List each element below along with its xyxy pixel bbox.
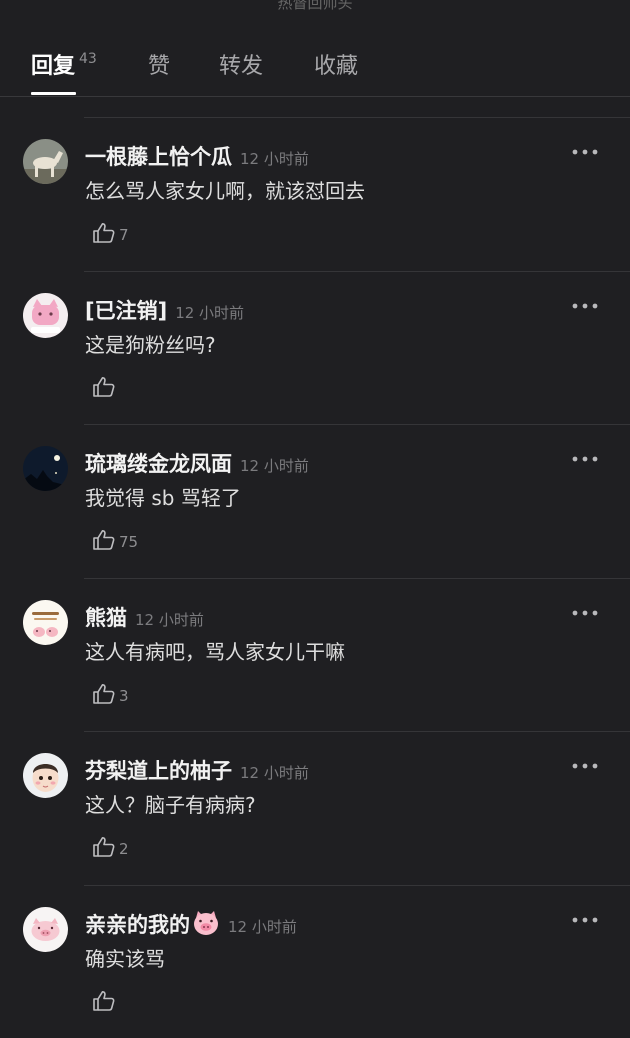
comment-username[interactable]: 芬梨道上的柚子 12 小时前 bbox=[85, 755, 309, 785]
comment-text: 这人有病吧，骂人家女儿干嘛 bbox=[85, 640, 345, 664]
tab-favorites[interactable]: 收藏 bbox=[314, 48, 358, 80]
comment-divider bbox=[84, 578, 630, 579]
username-text[interactable]: 芬梨道上的柚子 bbox=[85, 759, 232, 783]
tab-reposts[interactable]: 转发 bbox=[219, 48, 263, 80]
comment-username[interactable]: 亲亲的我的 12 小时前 bbox=[85, 909, 297, 941]
tab-replies-label: 回复 bbox=[31, 54, 76, 79]
comment-item: 琉璃缕金龙凤面 12 小时前 我觉得 sb 骂轻了 75 bbox=[0, 424, 630, 577]
like-button[interactable]: 7 bbox=[92, 220, 129, 246]
username-text[interactable]: 琉璃缕金龙凤面 bbox=[85, 452, 232, 476]
comment-username[interactable]: [已注销] 12 小时前 bbox=[85, 295, 244, 325]
comment-time: 12 小时前 bbox=[175, 304, 245, 322]
comment-item: 熊猫 12 小时前 这人有病吧，骂人家女儿干嘛 3 bbox=[0, 578, 630, 731]
comment-item: 一根藤上恰个瓜 12 小时前 怎么骂人家女儿啊，就该怼回去 7 bbox=[0, 117, 630, 270]
comment-item: [已注销] 12 小时前 这是狗粉丝吗? bbox=[0, 271, 630, 424]
pig-avatar[interactable] bbox=[23, 907, 68, 952]
thumbs-up-icon bbox=[93, 837, 115, 857]
like-button[interactable] bbox=[92, 988, 119, 1014]
comment-text: 这是狗粉丝吗? bbox=[85, 333, 216, 357]
comment-username[interactable]: 熊猫 12 小时前 bbox=[85, 602, 204, 632]
comment-divider bbox=[84, 731, 630, 732]
comment-text: 怎么骂人家女儿啊，就该怼回去 bbox=[85, 179, 365, 203]
active-tab-indicator bbox=[31, 92, 76, 95]
comment-divider bbox=[84, 271, 630, 272]
thumbs-up-icon bbox=[93, 684, 115, 704]
username-text[interactable]: 亲亲的我的 bbox=[85, 913, 190, 937]
comment-divider bbox=[84, 117, 630, 118]
pink-cat-avatar[interactable] bbox=[23, 293, 68, 338]
like-count: 2 bbox=[119, 840, 129, 858]
username-text[interactable]: [已注销] bbox=[85, 299, 167, 323]
tab-replies[interactable]: 回复 43 bbox=[31, 48, 97, 80]
more-options-icon[interactable] bbox=[572, 450, 598, 468]
night-moon-avatar[interactable] bbox=[23, 446, 68, 491]
like-count: 75 bbox=[119, 533, 139, 551]
comment-item: 亲亲的我的 12 小时前 确实该骂 bbox=[0, 885, 630, 1038]
thumbs-up-icon bbox=[93, 377, 115, 397]
tabs-divider bbox=[0, 96, 630, 97]
comment-username[interactable]: 琉璃缕金龙凤面 12 小时前 bbox=[85, 448, 309, 478]
horse-avatar[interactable] bbox=[23, 139, 68, 184]
more-options-icon[interactable] bbox=[572, 911, 598, 929]
comment-divider bbox=[84, 885, 630, 886]
like-button[interactable] bbox=[92, 374, 119, 400]
comment-time: 12 小时前 bbox=[228, 918, 297, 936]
comment-time: 12 小时前 bbox=[240, 457, 309, 475]
cartoon-avatar[interactable] bbox=[23, 600, 68, 645]
tab-likes[interactable]: 赞 bbox=[148, 48, 170, 80]
like-button[interactable]: 3 bbox=[92, 681, 129, 707]
like-count: 3 bbox=[119, 687, 129, 705]
thumbs-up-icon bbox=[93, 530, 115, 550]
baby-avatar[interactable] bbox=[23, 753, 68, 798]
like-button[interactable]: 75 bbox=[92, 527, 138, 553]
comment-time: 12 小时前 bbox=[135, 611, 204, 629]
more-options-icon[interactable] bbox=[572, 604, 598, 622]
like-button[interactable]: 2 bbox=[92, 834, 129, 860]
username-text[interactable]: 一根藤上恰个瓜 bbox=[85, 145, 232, 169]
thumbs-up-icon bbox=[93, 223, 115, 243]
tab-replies-count: 43 bbox=[79, 51, 97, 67]
more-options-icon[interactable] bbox=[572, 757, 598, 775]
comment-text: 这人？脑子有病病? bbox=[85, 793, 256, 817]
thumbs-up-icon bbox=[93, 991, 115, 1011]
comment-username[interactable]: 一根藤上恰个瓜 12 小时前 bbox=[85, 141, 309, 171]
more-options-icon[interactable] bbox=[572, 297, 598, 315]
pig-face-icon bbox=[192, 910, 220, 941]
comment-item: 芬梨道上的柚子 12 小时前 这人？脑子有病病? 2 bbox=[0, 731, 630, 884]
comment-time: 12 小时前 bbox=[240, 764, 309, 782]
comment-text: 确实该骂 bbox=[85, 947, 165, 971]
username-text[interactable]: 熊猫 bbox=[85, 606, 127, 630]
comment-divider bbox=[84, 424, 630, 425]
more-options-icon[interactable] bbox=[572, 143, 598, 161]
comment-time: 12 小时前 bbox=[240, 150, 309, 168]
comment-text: 我觉得 sb 骂轻了 bbox=[85, 486, 241, 510]
tab-bar: 回复 43 赞 转发 收藏 bbox=[0, 0, 630, 96]
like-count: 7 bbox=[119, 226, 129, 244]
